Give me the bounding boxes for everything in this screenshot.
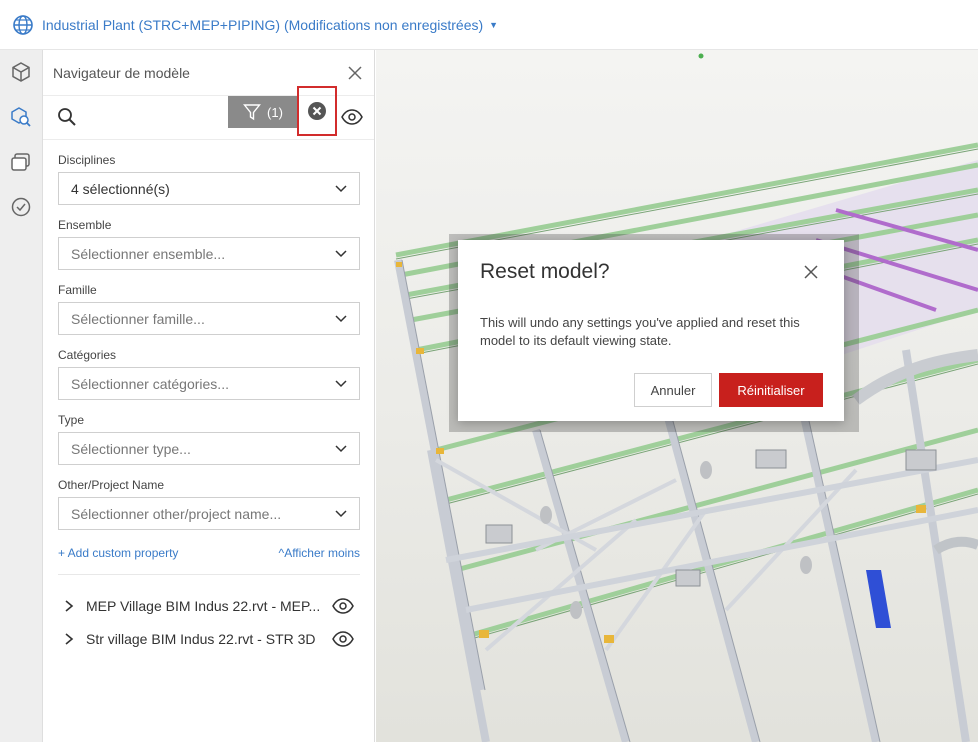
panel-toolbar: (1) (43, 86, 374, 140)
show-less-label: Afficher moins (284, 546, 360, 560)
project-name-select[interactable]: Sélectionner other/project name... (58, 497, 360, 530)
dialog-title: Reset model? (480, 260, 610, 283)
select-placeholder: Sélectionner famille... (71, 310, 205, 327)
filter-icon (243, 104, 262, 121)
chevron-down-icon (335, 314, 347, 322)
panel-title: Navigateur de modèle (53, 64, 190, 81)
tree-item[interactable]: Str village BIM Indus 22.rvt - STR 3D (58, 622, 360, 655)
top-bar: Industrial Plant (STRC+MEP+PIPING) (Modi… (0, 0, 978, 50)
field-label-project-name: Other/Project Name (58, 478, 165, 492)
select-placeholder: Sélectionner type... (71, 440, 191, 457)
panel-links: + Add custom property ^Afficher moins (58, 546, 360, 562)
model-browser-icon[interactable] (10, 106, 32, 128)
select-placeholder: Sélectionner ensemble... (71, 245, 226, 262)
project-title[interactable]: Industrial Plant (STRC+MEP+PIPING) (Modi… (42, 17, 483, 33)
ensemble-select[interactable]: Sélectionner ensemble... (58, 237, 360, 270)
categories-select[interactable]: Sélectionner catégories... (58, 367, 360, 400)
famille-select[interactable]: Sélectionner famille... (58, 302, 360, 335)
close-icon[interactable] (348, 65, 362, 80)
filter-button[interactable]: (1) (228, 96, 298, 128)
select-placeholder: Sélectionner catégories... (71, 375, 229, 392)
dialog-message: This will undo any settings you've appli… (480, 315, 800, 348)
field-label-ensemble: Ensemble (58, 218, 112, 232)
disciplines-select[interactable]: 4 sélectionné(s) (58, 172, 360, 205)
type-select[interactable]: Sélectionner type... (58, 432, 360, 465)
chevron-right-icon[interactable] (64, 599, 74, 612)
show-less-link[interactable]: ^Afficher moins (279, 546, 360, 562)
model-tree: MEP Village BIM Indus 22.rvt - MEP... St… (58, 589, 360, 655)
search-icon[interactable] (57, 107, 77, 127)
select-value: 4 sélectionné(s) (71, 180, 170, 197)
divider (58, 574, 360, 575)
chevron-down-icon (335, 184, 347, 192)
reset-model-dialog: Reset model? This will undo any settings… (458, 240, 844, 421)
field-label-famille: Famille (58, 283, 97, 297)
cancel-button[interactable]: Annuler (634, 373, 712, 407)
reset-button[interactable]: Réinitialiser (719, 373, 823, 407)
add-custom-property-link[interactable]: + Add custom property (58, 546, 178, 562)
chevron-right-icon[interactable] (64, 632, 74, 645)
chevron-down-icon (335, 379, 347, 387)
select-placeholder: Sélectionner other/project name... (71, 505, 282, 522)
globe-icon (13, 14, 33, 35)
clear-circle-icon (308, 102, 326, 120)
model-browser-panel: Navigateur de modèle (1) Disciplines 4 s… (43, 50, 375, 742)
eye-icon[interactable] (332, 597, 354, 614)
filter-count: (1) (267, 104, 283, 120)
tree-item[interactable]: MEP Village BIM Indus 22.rvt - MEP... (58, 589, 360, 622)
field-label-disciplines: Disciplines (58, 153, 116, 167)
layers-icon[interactable] (10, 151, 32, 173)
filter-fields: Disciplines 4 sélectionné(s) Ensemble Sé… (43, 153, 374, 655)
cube-icon[interactable] (10, 61, 32, 83)
tree-item-label: MEP Village BIM Indus 22.rvt - MEP... (86, 597, 321, 614)
close-icon[interactable] (804, 265, 818, 279)
chevron-down-icon (335, 444, 347, 452)
check-circle-icon[interactable] (10, 196, 32, 218)
chevron-down-icon (335, 249, 347, 257)
chevron-down-icon (335, 509, 347, 517)
left-rail (0, 50, 43, 742)
field-label-type: Type (58, 413, 85, 427)
field-label-categories: Catégories (58, 348, 117, 362)
caret-down-icon[interactable]: ▼ (489, 20, 498, 30)
eye-icon[interactable] (341, 109, 363, 125)
tree-item-label: Str village BIM Indus 22.rvt - STR 3D (86, 630, 316, 647)
clear-filters-button[interactable] (297, 86, 337, 136)
eye-icon[interactable] (332, 630, 354, 647)
